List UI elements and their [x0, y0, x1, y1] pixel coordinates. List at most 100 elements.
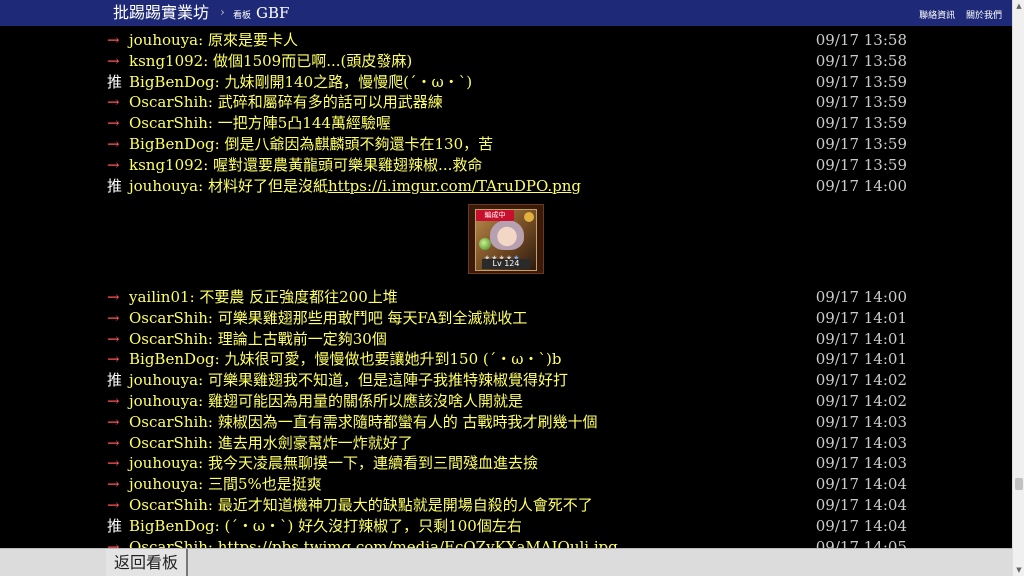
push-tag-arrow-icon: →	[107, 350, 120, 369]
push-timestamp: 09/17 14:03	[815, 433, 907, 452]
push-row: → yailin01: 不要農 反正強度都往200上堆 09/17 14:00	[107, 287, 907, 307]
push-timestamp: 09/17 14:02	[815, 392, 907, 410]
push-user-id: BigBenDog	[129, 350, 215, 369]
push-timestamp: 09/17 14:01	[815, 350, 907, 369]
push-content: : 我今天凌晨無聊摸一下，連續看到三間殘血進去撿	[198, 454, 538, 472]
push-user-id: yailin01	[129, 288, 190, 306]
image-preview[interactable]: 編成中 ★★★★★ Lv 124	[468, 204, 544, 274]
push-user-id: OscarShih	[129, 93, 208, 112]
vertical-scrollbar[interactable]: ▲ ▼	[1012, 0, 1024, 576]
push-tag-arrow-icon: →	[107, 308, 120, 327]
scrollbar-thumb[interactable]	[1015, 478, 1023, 490]
push-tag-arrow-icon: →	[107, 51, 120, 70]
push-content: : 可樂果雞翅我不知道，但是這陣子我推特辣椒覺得好打	[198, 371, 568, 389]
push-tag-recommend: 推	[107, 176, 123, 195]
push-tag-arrow-icon: →	[107, 93, 120, 112]
push-tag-arrow-icon: →	[107, 31, 120, 49]
push-row: → jouhouya: 三間5%也是挺爽 09/17 14:04	[107, 474, 907, 494]
bottom-bar: 返回看板	[0, 548, 1012, 576]
push-row: 推 BigBenDog: 九妹剛開140之路，慢慢爬(´・ω・`) 09/17 13…	[107, 72, 907, 92]
push-content: : 進去用水劍豪幫炸一炸就好了	[208, 434, 413, 452]
push-content-text: : 倒是八爺因為麒麟頭不夠還卡在130，苦	[214, 135, 494, 153]
breadcrumb-board-link[interactable]: GBF	[256, 4, 289, 22]
coin-icon	[524, 212, 534, 222]
push-timestamp: 09/17 13:59	[815, 72, 907, 91]
push-user-id: jouhouya	[129, 475, 199, 494]
push-row: → jouhouya: 雞翅可能因為用量的關係所以應該沒啥人開就是 09/17 14…	[107, 391, 907, 411]
about-link[interactable]: 關於我們	[966, 11, 1002, 21]
push-content-text: : (´・ω・`) 好久沒打辣椒了，只剩100個左右	[214, 516, 522, 535]
push-user-id: ksng1092	[129, 51, 204, 70]
push-content: : 武碎和屬碎有多的話可以用武器練	[208, 93, 443, 111]
push-user-id: OscarShih	[129, 433, 208, 452]
push-tag-recommend: 推	[107, 72, 123, 91]
push-content-text: : 雞翅可能因為用量的關係所以應該沒啥人開就是	[198, 392, 523, 410]
push-row: → OscarShih: 進去用水劍豪幫炸一炸就好了 09/17 14:03	[107, 433, 907, 453]
push-row: → BigBenDog: 九妹很可愛，慢慢做也要讓她升到150 (´・ω・`)b 0…	[107, 349, 907, 369]
push-content: : 九妹剛開140之路，慢慢爬(´・ω・`)	[215, 73, 472, 91]
push-content-text: : 喔對還要農黃龍頭可樂果雞翅辣椒...救命	[203, 155, 483, 174]
push-image-link[interactable]: https://i.imgur.com/TAruDPO.png	[328, 177, 581, 195]
push-content: : 材料好了但是沒紙https://i.imgur.com/TAruDPO.pn…	[198, 177, 581, 195]
scroll-up-arrow-icon[interactable]: ▲	[1015, 2, 1023, 10]
push-timestamp: 09/17 14:04	[815, 475, 907, 494]
push-row: → OscarShih: 辣椒因為一直有需求隨時都蠻有人的 古戰時我才刷幾十個 09…	[107, 412, 907, 432]
push-user-id: jouhouya	[129, 392, 199, 410]
push-row: 推 jouhouya: 可樂果雞翅我不知道，但是這陣子我推特辣椒覺得好打 09/17…	[107, 370, 907, 390]
push-tag-arrow-icon: →	[107, 288, 120, 306]
push-content-text: : 做個1509而已啊...(頭皮發麻)	[203, 51, 413, 70]
push-tag-arrow-icon: →	[107, 475, 120, 494]
push-content-text: : 最近才知道機神刀最大的缺點就是開場自殺的人會死不了	[207, 496, 593, 514]
push-content: : 倒是八爺因為麒麟頭不夠還卡在130，苦	[215, 135, 493, 153]
push-user-id: OscarShih	[129, 329, 208, 348]
push-content: : 雞翅可能因為用量的關係所以應該沒啥人開就是	[198, 392, 523, 410]
element-orb-icon	[479, 238, 491, 250]
push-tag-arrow-icon: →	[107, 114, 120, 133]
push-content-text: : 一把方陣5凸144萬經驗喔	[207, 114, 391, 133]
push-user-id: jouhouya	[129, 371, 199, 390]
push-timestamp: 09/17 14:01	[815, 329, 907, 348]
push-row: → BigBenDog: 倒是八爺因為麒麟頭不夠還卡在130，苦 09/17 13:…	[107, 134, 907, 154]
push-row: → jouhouya: 原來是要卡人 09/17 13:58	[107, 30, 907, 50]
top-navigation-bar: 批踢踢實業坊 › 看板 GBF 聯絡資訊 關於我們	[0, 0, 1012, 26]
push-tag-arrow-icon: →	[107, 496, 120, 514]
push-row: → OscarShih: 可樂果雞翅那些用敢鬥吧 每天FA到全滅就收工 09/17 …	[107, 308, 907, 328]
push-content: : 做個1509而已啊...(頭皮發麻)	[203, 52, 412, 70]
back-to-board-button[interactable]: 返回看板	[106, 549, 189, 576]
push-timestamp: 09/17 14:04	[815, 496, 907, 514]
push-tag-arrow-icon: →	[107, 392, 120, 410]
push-tag-recommend: 推	[107, 516, 123, 535]
push-timestamp: 09/17 14:02	[815, 371, 907, 390]
push-content: : 不要農 反正強度都往200上堆	[190, 288, 398, 306]
push-content: : 可樂果雞翅那些用敢鬥吧 每天FA到全滅就收工	[208, 309, 528, 327]
push-content-text: : 可樂果雞翅那些用敢鬥吧 每天FA到全滅就收工	[207, 308, 528, 327]
push-row: → OscarShih: 理論上古戰前一定夠30個 09/17 14:01	[107, 329, 907, 349]
breadcrumb-kanban-label: 看板	[233, 11, 252, 21]
push-tag-arrow-icon: →	[107, 329, 120, 348]
push-content-text: : 三間5%也是挺爽	[198, 475, 322, 494]
push-tag-arrow-icon: →	[107, 433, 120, 452]
push-row: 推 jouhouya: 材料好了但是沒紙https://i.imgur.com/T…	[107, 176, 907, 196]
push-row: 推 BigBenDog: (´・ω・`) 好久沒打辣椒了，只剩100個左右 09/1…	[107, 516, 907, 536]
push-timestamp: 09/17 13:59	[815, 135, 907, 153]
character-portrait-frame: 編成中 ★★★★★ Lv 124	[475, 209, 537, 271]
push-tag-arrow-icon: →	[107, 454, 120, 473]
push-tag-recommend: 推	[107, 371, 123, 390]
push-content-text: : 可樂果雞翅我不知道，但是這陣子我推特辣椒覺得好打	[198, 371, 568, 390]
push-user-id: ksng1092	[129, 155, 204, 174]
push-content-text: : 材料好了但是沒紙	[198, 176, 328, 195]
push-timestamp: 09/17 14:03	[815, 454, 907, 473]
scroll-down-arrow-icon[interactable]: ▼	[1015, 566, 1023, 574]
breadcrumb-separator: ›	[220, 5, 225, 19]
contact-link[interactable]: 聯絡資訊	[919, 11, 955, 21]
site-title-link[interactable]: 批踢踢實業坊	[113, 3, 209, 23]
push-timestamp: 09/17 14:00	[815, 288, 907, 306]
push-content-text: : 原來是要卡人	[198, 31, 298, 49]
push-timestamp: 09/17 13:59	[815, 114, 907, 133]
push-timestamp: 09/17 14:03	[815, 412, 907, 431]
push-timestamp: 09/17 14:00	[815, 176, 907, 195]
push-timestamp: 09/17 13:59	[815, 155, 907, 174]
party-status-ribbon: 編成中	[476, 210, 514, 221]
push-user-id: jouhouya	[129, 454, 199, 473]
push-content: : 理論上古戰前一定夠30個	[208, 330, 387, 348]
